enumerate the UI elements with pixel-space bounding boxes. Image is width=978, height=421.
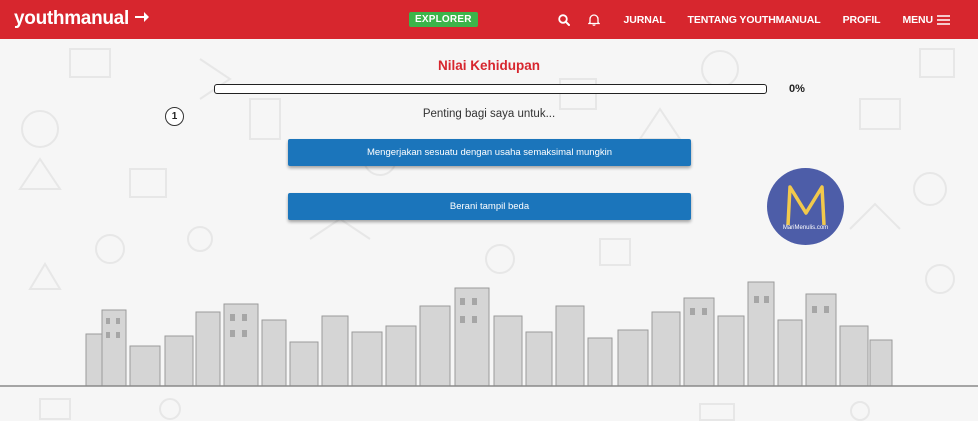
nav-link-profil[interactable]: PROFIL (843, 14, 881, 26)
hamburger-icon (937, 14, 950, 25)
menu-label: MENU (902, 13, 933, 26)
top-navbar: youthmanual EXPLORER JURNAL TENTANG YOUT… (0, 0, 978, 39)
quiz-title: Nilai Kehidupan (437, 58, 540, 73)
question-prompt: Penting bagi saya untuk... (422, 108, 556, 120)
answer-option-2[interactable]: Berani tampil beda (288, 193, 691, 220)
bell-icon[interactable] (579, 13, 609, 26)
answer-option-1[interactable]: Mengerjakan sesuatu dengan usaha semaksi… (288, 139, 691, 166)
nav-link-jurnal[interactable]: JURNAL (624, 14, 666, 26)
progress-label: 0% (789, 83, 805, 95)
nav-bar: JURNAL TENTANG YOUTHMANUAL PROFIL MENU (549, 0, 978, 39)
cityscape-illustration (0, 281, 978, 387)
arrow-right-icon (134, 10, 149, 28)
logo-text: youthmanual (14, 8, 129, 29)
explorer-badge[interactable]: EXPLORER (409, 12, 478, 27)
watermark-text: MariMenulis.com (782, 224, 829, 231)
nav-link-tentang[interactable]: TENTANG YOUTHMANUAL (688, 14, 821, 26)
menu-button[interactable]: MENU (902, 14, 950, 26)
search-icon[interactable] (549, 13, 579, 26)
logo[interactable]: youthmanual (14, 8, 149, 30)
progress-bar (214, 84, 767, 94)
watermark-letter (785, 184, 826, 225)
marimenulis-watermark-logo: MariMenulis.com (767, 168, 844, 245)
